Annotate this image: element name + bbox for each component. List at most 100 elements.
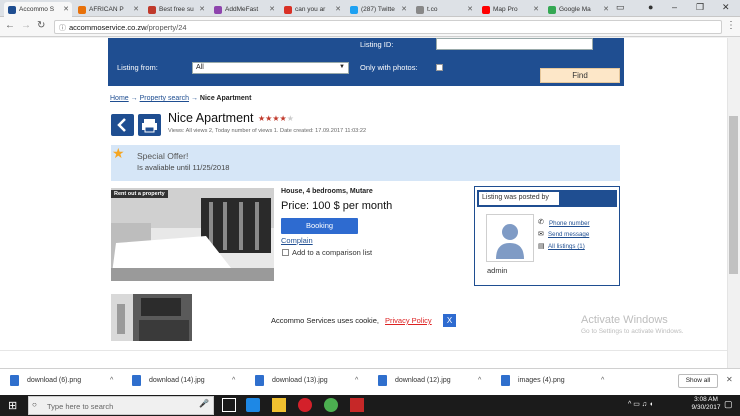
download-item[interactable]: download (12).jpg ^ xyxy=(378,375,481,386)
close-tab-icon[interactable]: ✕ xyxy=(63,5,69,13)
tab-tco[interactable]: t.co ✕ xyxy=(412,2,476,17)
tab-google-maps[interactable]: Google Ma ✕ xyxy=(544,2,612,17)
download-filename: images (4).png xyxy=(518,377,565,384)
listing-id-input[interactable] xyxy=(436,38,593,50)
tab-twitter[interactable]: (287) Twitte ✕ xyxy=(346,2,410,17)
microphone-icon[interactable]: 🎤 xyxy=(199,399,209,408)
mail-icon: ✉ xyxy=(538,231,544,238)
user-silhouette-icon xyxy=(496,224,524,259)
windows-start-icon[interactable]: ⊞ xyxy=(8,399,17,412)
file-explorer-icon[interactable] xyxy=(272,398,286,412)
edge-icon[interactable] xyxy=(246,398,260,412)
back-arrow-icon[interactable]: ← xyxy=(5,20,15,31)
acrobat-icon[interactable] xyxy=(350,398,364,412)
show-all-button[interactable]: Show all xyxy=(678,374,718,388)
rating-stars[interactable]: ★★★★★ xyxy=(258,114,294,123)
chevron-up-icon[interactable]: ^ xyxy=(601,377,604,384)
favicon-icon xyxy=(78,5,86,14)
breadcrumb-home[interactable]: Home xyxy=(110,95,129,102)
download-item[interactable]: download (13).jpg ^ xyxy=(255,375,358,386)
minimize-button[interactable]: – xyxy=(672,2,677,12)
tab-title: (287) Twitte xyxy=(361,6,395,13)
close-tab-icon[interactable]: ✕ xyxy=(335,5,341,13)
tray-icons[interactable]: ^ ▭ ♫ ◖ xyxy=(628,400,653,408)
address-bar[interactable]: ⓘ accommoservice.co.zw/property/24 xyxy=(54,20,722,34)
info-icon[interactable]: ⓘ xyxy=(59,23,66,33)
only-photos-label: Only with photos: xyxy=(360,63,418,72)
tab-title: Best free su xyxy=(159,6,194,13)
cookie-close-button[interactable]: X xyxy=(443,314,456,327)
booking-button[interactable]: Booking xyxy=(281,218,358,234)
phone-number-link[interactable]: Phone number xyxy=(549,220,590,227)
close-tab-icon[interactable]: ✕ xyxy=(603,5,609,13)
poster-card-title: Listing was posted by xyxy=(479,192,559,205)
tab-title: AFRICAN P xyxy=(89,6,124,13)
complain-link[interactable]: Complain xyxy=(281,236,313,245)
property-photo[interactable] xyxy=(111,188,274,281)
site-favicon-icon xyxy=(8,5,16,14)
cookie-banner xyxy=(0,350,727,368)
property-thumbnail[interactable] xyxy=(111,294,192,341)
taskbar-clock[interactable]: 3:08 AM 9/30/2017 xyxy=(690,396,722,412)
only-photos-checkbox[interactable] xyxy=(436,64,443,71)
close-tab-icon[interactable]: ✕ xyxy=(401,5,407,13)
close-tab-icon[interactable]: ✕ xyxy=(269,5,275,13)
download-filename: download (14).jpg xyxy=(149,377,205,384)
back-button[interactable] xyxy=(111,114,134,136)
chevron-up-icon[interactable]: ^ xyxy=(110,377,113,384)
taskbar-search-input[interactable]: Type here to search xyxy=(28,396,214,415)
profile-icon[interactable]: ● xyxy=(648,2,653,12)
tab-title: can you ar xyxy=(295,6,326,13)
chevron-up-icon[interactable]: ^ xyxy=(232,377,235,384)
chevron-up-icon[interactable]: ^ xyxy=(478,377,481,384)
phone-icon: ✆ xyxy=(538,219,544,226)
find-button[interactable]: Find xyxy=(540,68,620,83)
tab-accommo[interactable]: Accommo S ✕ xyxy=(4,2,72,17)
listing-from-select[interactable]: All ▼ xyxy=(192,62,349,74)
compare-checkbox[interactable] xyxy=(282,249,289,256)
favicon-icon xyxy=(148,5,156,14)
forward-arrow-icon[interactable]: → xyxy=(21,20,31,31)
chrome-icon[interactable] xyxy=(324,398,338,412)
photo-badge: Rent out a property xyxy=(111,190,168,198)
close-tab-icon[interactable]: ✕ xyxy=(467,5,473,13)
breadcrumb: Home → Property search → Nice Apartment xyxy=(110,95,251,102)
download-item[interactable]: images (4).png ^ xyxy=(501,375,604,386)
close-tab-icon[interactable]: ✕ xyxy=(533,5,539,13)
gmail-icon xyxy=(284,5,292,14)
rating-filled: ★★★★ xyxy=(258,114,287,123)
close-tab-icon[interactable]: ✕ xyxy=(133,5,139,13)
close-window-button[interactable]: ✕ xyxy=(722,2,730,13)
send-message-link[interactable]: Send message xyxy=(548,231,589,238)
download-filename: download (12).jpg xyxy=(395,377,451,384)
maximize-button[interactable]: ❐ xyxy=(696,2,704,13)
tab-best-free[interactable]: Best free su ✕ xyxy=(144,2,208,17)
maps-icon xyxy=(548,5,556,14)
reload-icon[interactable]: ↻ xyxy=(37,20,45,31)
download-item[interactable]: download (6).png ^ xyxy=(10,375,113,386)
tab-gmail[interactable]: can you ar ✕ xyxy=(280,2,344,17)
tab-map-pro[interactable]: Map Pro ✕ xyxy=(478,2,542,17)
print-icon xyxy=(142,119,157,133)
bedroom-photo xyxy=(111,188,274,281)
new-tab-button[interactable]: ▭ xyxy=(616,2,625,13)
notification-icon[interactable]: ▢ xyxy=(724,399,733,410)
menu-icon[interactable]: ⋮ xyxy=(726,20,736,31)
tab-title: Accommo S xyxy=(19,6,55,13)
scrollbar-thumb[interactable] xyxy=(729,116,738,274)
opera-icon[interactable] xyxy=(298,398,312,412)
chevron-up-icon[interactable]: ^ xyxy=(355,377,358,384)
clock-date: 9/30/2017 xyxy=(691,404,721,411)
tab-african[interactable]: AFRICAN P ✕ xyxy=(74,2,142,17)
download-item[interactable]: download (14).jpg ^ xyxy=(132,375,235,386)
all-listings-link[interactable]: All listings (1) xyxy=(548,243,585,250)
breadcrumb-property-search[interactable]: Property search xyxy=(140,95,189,102)
privacy-policy-link[interactable]: Privacy Policy xyxy=(385,316,432,325)
close-tab-icon[interactable]: ✕ xyxy=(199,5,205,13)
url-path: /property/24 xyxy=(146,23,187,32)
close-downloads-icon[interactable]: ✕ xyxy=(726,375,733,384)
activate-windows-subtitle: Go to Settings to activate Windows. xyxy=(581,328,684,335)
print-button[interactable] xyxy=(138,114,161,136)
tab-addmefast[interactable]: AddMeFast ✕ xyxy=(210,2,278,17)
task-view-icon[interactable] xyxy=(222,398,236,412)
